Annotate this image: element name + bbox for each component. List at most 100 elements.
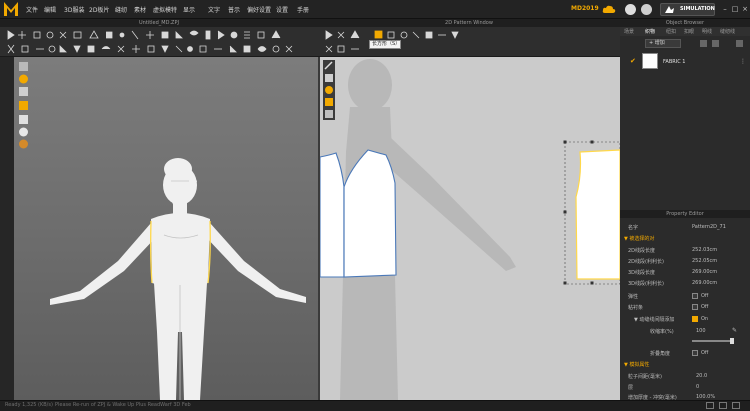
fabric-swatch[interactable]: [642, 53, 658, 69]
pe-row-key: 2D线段(利利长): [628, 259, 664, 265]
menu-item[interactable]: 显示: [183, 5, 195, 14]
version-badge: MD2019: [571, 5, 599, 12]
pe-sim-value[interactable]: 0: [696, 384, 699, 390]
select-icon: [7, 30, 15, 40]
pe-row-key: 2D线段长度: [628, 248, 656, 254]
pe-sim-row: 增加厚度 - 冲突(毫米) 100.0%: [620, 392, 750, 400]
pe-name-row: 名字 Pattern2D_71: [620, 222, 750, 232]
tool-pin-2d-icon: [325, 86, 333, 94]
settings-icon[interactable]: [736, 40, 743, 47]
pe-ratio-value[interactable]: 100: [696, 328, 706, 334]
status-left: Ready 1,325 (KB/s): [5, 402, 53, 408]
pe-toggle-row: 弹性 Off: [620, 291, 750, 301]
menu-bar: [0, 0, 750, 19]
pe-row-value: 252.05cm: [692, 258, 718, 264]
menu-item[interactable]: 2D板片: [89, 5, 109, 14]
fabric-more-icon[interactable]: ⋮: [740, 58, 746, 65]
window-3d-title: Untitled_MD.ZPJ: [139, 20, 179, 26]
pe-toggle-state: On: [701, 316, 709, 322]
maximize-button[interactable]: □: [731, 5, 739, 13]
menu-item[interactable]: 偏好设置: [247, 5, 271, 14]
pe-ratio-row: 收缩率(%) 100 ✎: [620, 326, 750, 336]
tool-grid-icon: [325, 110, 333, 118]
tool-fit-icon: [19, 101, 28, 110]
menu-item[interactable]: 素材: [134, 5, 146, 14]
simulation-icon: [665, 6, 674, 13]
pe-toggle-checkbox[interactable]: [692, 304, 698, 310]
pe-toggle-state: Off: [701, 304, 709, 310]
menu-item[interactable]: 虚拟模特: [153, 5, 177, 14]
toolbar-3d-icons[interactable]: [0, 27, 318, 57]
user-icon[interactable]: [641, 4, 652, 15]
ratio-slider-handle[interactable]: [730, 338, 734, 344]
pe-name-value[interactable]: Pattern2D_71: [692, 224, 726, 230]
help-icon[interactable]: [625, 4, 636, 15]
viewport-3d-tools: [17, 60, 31, 150]
pe-row-key: 3D线段长度: [628, 270, 656, 276]
menu-item[interactable]: 3D服装: [64, 5, 84, 14]
pe-fold-state: Off: [701, 350, 709, 356]
pe-row-key: 3D线段(利利长): [628, 281, 664, 287]
menu-item[interactable]: 文件: [26, 5, 38, 14]
pe-sim-key: 粒子间距(毫米): [628, 374, 662, 380]
pe-fold-key: 折叠角度: [650, 351, 671, 357]
pe-sim-row: 粒子间距(毫米) 20.0: [620, 371, 750, 381]
object-browser-title: Object Browser: [665, 20, 705, 26]
pattern-front: [320, 149, 397, 278]
status-window-icon[interactable]: [732, 402, 740, 409]
copy-icon[interactable]: [700, 40, 707, 47]
pattern-back-selected: [563, 140, 620, 285]
tool-measure-icon: [19, 115, 28, 124]
simulation-label: SIMULATION: [680, 6, 715, 12]
tab-buttonhole[interactable]: 扣眼: [684, 28, 694, 35]
pe-section-selected[interactable]: ▼ 被选择的对: [624, 235, 654, 242]
menu-item[interactable]: 手册: [297, 5, 309, 14]
cloud-icon[interactable]: [602, 4, 616, 15]
object-browser-toolbar: [620, 36, 750, 50]
pe-sim-row: 层 0: [620, 382, 750, 392]
menu-item[interactable]: 文字: [208, 5, 220, 14]
minimize-button[interactable]: –: [721, 5, 729, 13]
tool-fold-2d-icon: [325, 98, 333, 106]
fabric-list: [620, 50, 750, 210]
tool-brush-icon: [19, 62, 28, 71]
status-message: Please Re-run of ZPJ & Wake Up Plus Read…: [55, 402, 191, 408]
menu-item[interactable]: 设置: [276, 5, 288, 14]
pe-row: 3D线段(利利长) 269.00cm: [620, 278, 750, 288]
tool-pin-icon: [19, 87, 28, 96]
edit-pencil-icon[interactable]: ✎: [732, 327, 737, 334]
status-layout-icon[interactable]: [719, 402, 727, 409]
tab-fabric[interactable]: 织物: [645, 28, 655, 35]
menu-item[interactable]: 普示: [228, 5, 240, 14]
pe-row-value: 269.00cm: [692, 280, 718, 286]
menu-item[interactable]: 编辑: [44, 5, 56, 14]
toolbar-2d-icons[interactable]: [318, 27, 620, 57]
pe-toggle-checkbox[interactable]: [692, 316, 698, 322]
pe-fold-checkbox[interactable]: [692, 350, 698, 356]
tool-fold-icon: [19, 74, 28, 84]
tool-edit-icon: [324, 61, 333, 70]
tooltip-rectangle: 长方形（S）: [369, 40, 401, 49]
add-fabric-button[interactable]: + 增加: [645, 39, 681, 48]
pe-row: 2D线段长度 252.03cm: [620, 245, 750, 255]
pe-toggle-checkbox[interactable]: [692, 293, 698, 299]
menu-item[interactable]: 缝纫: [115, 5, 127, 14]
tab-button[interactable]: 纽扣: [666, 28, 676, 35]
tab-thread[interactable]: 缝纫线: [720, 28, 735, 35]
avatar-3d[interactable]: [14, 57, 318, 400]
app-logo[interactable]: [3, 1, 19, 17]
pattern-canvas[interactable]: [320, 57, 620, 400]
pe-sim-value[interactable]: 20.0: [696, 373, 707, 379]
pe-row-value: 269.00cm: [692, 269, 718, 275]
status-grid-icon[interactable]: [706, 402, 714, 409]
pe-toggle-key[interactable]: ▼ 动缝线间隔添加: [634, 316, 674, 323]
tab-scene[interactable]: 场景: [624, 28, 634, 35]
delete-icon[interactable]: [712, 40, 719, 47]
ratio-slider[interactable]: [692, 340, 732, 342]
window-2d-title: 2D Pattern Window: [445, 20, 493, 26]
close-button[interactable]: ×: [741, 5, 749, 13]
pe-section-simulation[interactable]: ▼ 模拟属性: [624, 361, 649, 368]
tab-topstitch[interactable]: 明线: [702, 28, 712, 35]
fabric-name[interactable]: FABRIC 1: [663, 59, 685, 65]
pe-sim-key: 层: [628, 385, 634, 391]
